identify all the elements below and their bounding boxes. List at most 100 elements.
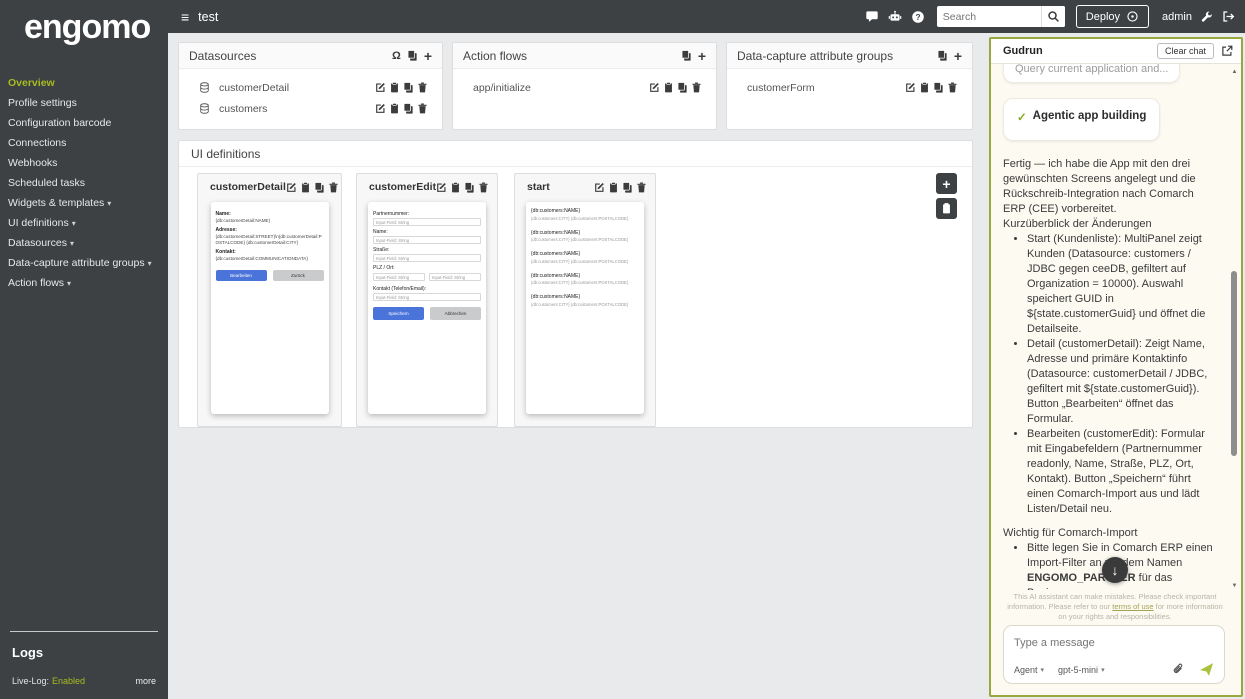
preview-secondary-button: Zurück: [273, 270, 324, 281]
chat-bubble-icon[interactable]: [865, 10, 879, 24]
sidebar-item-widgets-templates[interactable]: Widgets & templates▾: [0, 193, 168, 213]
action-flows-panel-title: Action flows: [463, 49, 527, 63]
preview-primary-button: Bearbeiten: [216, 270, 267, 281]
action-flows-panel: Action flows + app/initialize: [452, 42, 717, 130]
copy-icon[interactable]: [622, 182, 633, 193]
edit-icon[interactable]: [436, 182, 447, 193]
terms-of-use-link[interactable]: terms of use: [1112, 602, 1153, 611]
copy-icon[interactable]: [464, 182, 475, 193]
paste-icon[interactable]: [407, 50, 418, 61]
listen-icon[interactable]: Ω: [392, 50, 401, 62]
chat-history-bubble[interactable]: Query current application and...: [1003, 64, 1180, 83]
model-dropdown[interactable]: gpt-5-mini▾: [1058, 665, 1105, 675]
sidebar-item-overview[interactable]: Overview: [0, 73, 168, 93]
add-action-flow-button[interactable]: +: [698, 49, 706, 63]
assistant-name: Gudrun: [1003, 45, 1043, 57]
sidebar-item-connections[interactable]: Connections: [0, 133, 168, 153]
sidebar-item-profile-settings[interactable]: Profile settings: [0, 93, 168, 113]
paste-icon[interactable]: [450, 182, 461, 193]
paste-icon[interactable]: [608, 182, 619, 193]
delete-icon[interactable]: [691, 82, 702, 93]
datasource-row[interactable]: customers: [179, 98, 442, 119]
topbar: ≡ test Deploy admin: [168, 0, 1245, 33]
sidebar-item-scheduled-tasks[interactable]: Scheduled tasks: [0, 173, 168, 193]
scrollbar-up-arrow[interactable]: ▲: [1230, 69, 1239, 75]
sidebar-item-ui-definitions[interactable]: UI definitions▾: [0, 213, 168, 233]
add-attribute-group-button[interactable]: +: [954, 49, 962, 63]
copy-icon[interactable]: [314, 182, 325, 193]
copy-icon[interactable]: [677, 82, 688, 93]
search-box: [937, 6, 1065, 27]
copy-icon[interactable]: [403, 82, 414, 93]
delete-icon[interactable]: [636, 182, 647, 193]
edit-icon[interactable]: [905, 82, 916, 93]
ui-definition-card-start[interactable]: start {db:customers:NAME}{db:customers:C…: [514, 173, 656, 427]
search-input[interactable]: [937, 11, 1041, 23]
paste-icon[interactable]: [663, 82, 674, 93]
chat-status-bubble[interactable]: ✓ Agentic app building: [1003, 98, 1160, 141]
edit-icon[interactable]: [594, 182, 605, 193]
add-ui-definition-button[interactable]: +: [936, 173, 957, 194]
logs-more-link[interactable]: more: [135, 676, 156, 686]
logs-section: Logs Live-Log: Enabled more: [0, 631, 168, 699]
robot-icon[interactable]: [888, 10, 902, 24]
chat-messages: Query current application and... ✓ Agent…: [991, 64, 1231, 590]
delete-icon[interactable]: [417, 82, 428, 93]
scrollbar-thumb[interactable]: [1231, 271, 1237, 456]
copy-icon[interactable]: [933, 82, 944, 93]
sidebar-item-action-flows[interactable]: Action flows▾: [0, 273, 168, 293]
preview-list-item: {db:customers:NAME}{db:customers:CITY} {…: [531, 251, 639, 264]
open-in-new-window-icon[interactable]: [1221, 45, 1233, 57]
copy-icon[interactable]: [403, 103, 414, 114]
add-datasource-button[interactable]: +: [424, 49, 432, 63]
sidebar: engomo Overview Profile settings Configu…: [0, 0, 168, 699]
search-button[interactable]: [1041, 6, 1065, 27]
hamburger-menu-icon[interactable]: ≡: [181, 9, 189, 25]
check-icon: ✓: [1017, 110, 1027, 124]
paste-icon[interactable]: [681, 50, 692, 61]
paste-icon: [941, 203, 952, 214]
paste-icon[interactable]: [389, 103, 400, 114]
wrench-icon[interactable]: [1201, 11, 1213, 23]
sidebar-item-webhooks[interactable]: Webhooks: [0, 153, 168, 173]
paste-icon[interactable]: [300, 182, 311, 193]
ui-definition-card-customerEdit[interactable]: customerEdit Partnernummer: Input-Field:…: [356, 173, 498, 427]
delete-icon[interactable]: [947, 82, 958, 93]
delete-icon[interactable]: [478, 182, 489, 193]
attachment-icon[interactable]: [1172, 663, 1185, 676]
sidebar-item-datasources[interactable]: Datasources▾: [0, 233, 168, 253]
sidebar-nav: Overview Profile settings Configuration …: [0, 73, 168, 293]
help-icon[interactable]: [911, 10, 925, 24]
send-icon[interactable]: [1199, 662, 1214, 677]
message-input[interactable]: [1014, 637, 1214, 649]
edit-icon[interactable]: [375, 82, 386, 93]
clear-chat-button[interactable]: Clear chat: [1157, 43, 1214, 59]
username[interactable]: admin: [1162, 11, 1192, 23]
delete-icon[interactable]: [417, 103, 428, 114]
sidebar-item-configuration-barcode[interactable]: Configuration barcode: [0, 113, 168, 133]
edit-icon[interactable]: [649, 82, 660, 93]
chevron-down-icon: ▾: [1041, 666, 1045, 674]
delete-icon[interactable]: [328, 182, 339, 193]
deploy-button[interactable]: Deploy: [1076, 5, 1149, 28]
scrollbar-down-arrow[interactable]: ▼: [1230, 583, 1239, 589]
sidebar-item-data-capture-attribute-groups[interactable]: Data-capture attribute groups▾: [0, 253, 168, 273]
preview-list-item: {db:customers:NAME}{db:customers:CITY} {…: [531, 273, 639, 286]
scroll-to-bottom-button[interactable]: ↓: [1102, 557, 1128, 583]
agent-dropdown[interactable]: Agent▾: [1014, 665, 1044, 675]
paste-ui-definition-button[interactable]: [936, 198, 957, 219]
paste-icon[interactable]: [919, 82, 930, 93]
database-icon: [199, 103, 210, 114]
paste-icon[interactable]: [937, 50, 948, 61]
ui-definition-card-customerDetail[interactable]: customerDetail Name: {db:customerDetail:…: [197, 173, 342, 427]
chevron-down-icon: ▾: [72, 219, 76, 228]
datasource-row[interactable]: customerDetail: [179, 77, 442, 98]
attribute-group-row[interactable]: customerForm: [727, 77, 972, 98]
paste-icon[interactable]: [389, 82, 400, 93]
logout-icon[interactable]: [1222, 10, 1235, 23]
assistant-chat-panel: Gudrun Clear chat Query current applicat…: [989, 37, 1243, 697]
chevron-down-icon: ▾: [107, 199, 111, 208]
edit-icon[interactable]: [375, 103, 386, 114]
action-flow-row[interactable]: app/initialize: [453, 77, 716, 98]
edit-icon[interactable]: [286, 182, 297, 193]
